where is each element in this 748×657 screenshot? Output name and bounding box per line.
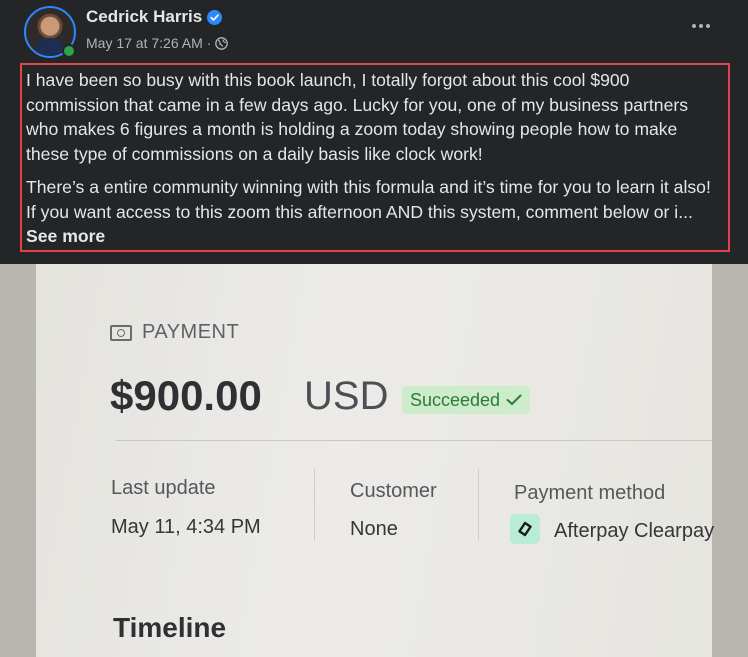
- column-separator: [478, 469, 479, 541]
- post-text-highlighted: I have been so busy with this book launc…: [20, 63, 730, 252]
- last-update-value: May 11, 4:34 PM: [111, 516, 261, 538]
- status-badge: Succeeded: [402, 386, 531, 414]
- post-paragraph-2-text: There’s a entire community winning with …: [26, 177, 711, 222]
- details-divider: [116, 440, 712, 441]
- payment-card-icon: [110, 324, 132, 341]
- column-separator: [314, 469, 315, 541]
- payment-amount: $900.00: [110, 372, 262, 419]
- meta-separator: ·: [206, 35, 212, 51]
- status-text: Succeeded: [410, 389, 501, 410]
- author-avatar[interactable]: [24, 6, 76, 58]
- post-timestamp[interactable]: May 17 at 7:26 AM: [86, 35, 203, 51]
- customer-label: Customer: [350, 480, 437, 502]
- author-name-text[interactable]: Cedrick Harris: [86, 7, 202, 27]
- payment-method-value: Afterpay Clearpay: [554, 520, 715, 542]
- payment-method-label: Payment method: [514, 482, 666, 504]
- verified-badge-icon: [207, 9, 223, 25]
- author-name[interactable]: Cedrick Harris: [86, 7, 223, 27]
- payment-currency: USD: [304, 374, 389, 418]
- post-paragraph-2: There’s a entire community winning with …: [26, 175, 724, 249]
- post-paragraph-1: I have been so busy with this book launc…: [26, 70, 689, 164]
- globe-icon[interactable]: [215, 36, 229, 50]
- see-more-link[interactable]: See more: [26, 226, 105, 246]
- post-header: Cedrick Harris May 17 at 7:26 AM ·: [0, 0, 748, 62]
- online-status-dot: [62, 44, 76, 58]
- timeline-heading: Timeline: [113, 612, 227, 643]
- post-photo[interactable]: PAYMENT $900.00 USD Succeeded Last updat…: [0, 264, 748, 657]
- afterpay-logo-icon: [510, 514, 540, 544]
- post-meta: May 17 at 7:26 AM ·: [86, 35, 229, 51]
- last-update-label: Last update: [111, 477, 216, 499]
- check-icon: [506, 394, 522, 406]
- more-options-icon[interactable]: [684, 12, 718, 40]
- customer-value: None: [350, 518, 398, 540]
- payment-section-label: PAYMENT: [110, 321, 239, 344]
- payment-label-text: PAYMENT: [142, 321, 240, 343]
